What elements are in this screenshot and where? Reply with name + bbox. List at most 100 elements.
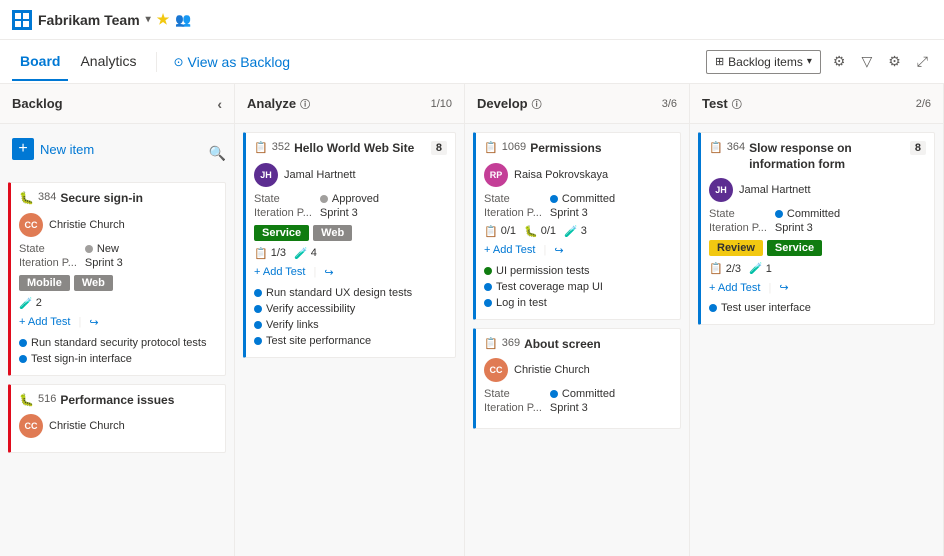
backlog-items-icon: ⊞	[715, 55, 724, 68]
avatar-516: CC	[19, 414, 43, 438]
test-dot	[484, 283, 492, 291]
add-test-364[interactable]: + Add Test	[709, 282, 760, 294]
card-type-icon-352: 📋	[254, 141, 268, 154]
add-test-1069[interactable]: + Add Test	[484, 244, 535, 256]
task-icon-364: 📋	[709, 262, 723, 275]
assignee-352: Jamal Hartnett	[284, 169, 356, 181]
column-header-test: Test ⓘ 2/6	[690, 84, 943, 124]
filter-icon[interactable]: ▽	[857, 49, 876, 74]
card-avatar-row-1069: RP Raisa Pokrovskaya	[484, 163, 672, 187]
card-counts-384: 🧪 2	[19, 297, 217, 310]
test-dot	[484, 299, 492, 307]
card-title-516: Performance issues	[60, 393, 174, 409]
flask-icon-1069: 🧪	[564, 225, 578, 238]
new-item-plus-icon: +	[12, 138, 34, 160]
view-as-backlog-icon: ⊙	[173, 55, 183, 69]
tag-mobile-384: Mobile	[19, 275, 70, 291]
card-352: 📋 352 Hello World Web Site 8 JH Jamal Ha…	[243, 132, 456, 358]
flask-icon-384: 🧪	[19, 297, 33, 310]
assignee-384: Christie Church	[49, 219, 125, 231]
card-title-369: About screen	[524, 337, 601, 353]
fullscreen-icon[interactable]: ⤢	[913, 49, 932, 74]
test-dot	[254, 321, 262, 329]
avatar-352: JH	[254, 163, 278, 187]
card-type-icon-364: 📋	[709, 141, 723, 154]
avatar-1069: RP	[484, 163, 508, 187]
bug-icon-516: 🐛	[19, 393, 34, 407]
column-title-backlog: Backlog	[12, 96, 63, 111]
settings-icon[interactable]: ⚙	[884, 49, 905, 74]
collapse-icon[interactable]: ‹	[217, 96, 222, 112]
test-dot	[254, 337, 262, 345]
state-value-384: New	[97, 243, 119, 255]
team-name: Fabrikam Team	[38, 12, 140, 28]
tag-web-384: Web	[74, 275, 113, 291]
card-counts-1069: 📋 0/1 🐛 0/1 🧪 3	[484, 225, 672, 238]
link-364[interactable]: ↪	[779, 281, 788, 294]
view-as-backlog-btn[interactable]: ⊙ View as Backlog	[165, 50, 298, 74]
iteration-364: Sprint 3	[775, 222, 813, 234]
card-meta-364: State Committed Iteration P... Sprint 3	[709, 208, 926, 234]
flask-count-364: 1	[766, 263, 772, 275]
task-count-1069: 0/1	[501, 225, 516, 237]
task-icon-352: 📋	[254, 247, 268, 260]
task-count-364: 2/3	[726, 263, 741, 275]
new-item-label: New item	[40, 142, 94, 157]
board-columns: Backlog ‹ + New item 🔍 🐛 384	[0, 84, 944, 556]
link-384[interactable]: ↪	[89, 316, 98, 329]
add-test-384[interactable]: + Add Test	[19, 316, 70, 328]
assignee-369: Christie Church	[514, 364, 590, 376]
test-item: Test user interface	[709, 300, 926, 316]
backlog-items-label: Backlog items	[728, 55, 803, 69]
card-type-icon-1069: 📋	[484, 141, 498, 154]
state-dot-384	[85, 245, 93, 253]
card-meta-1069: State Committed Iteration P... Sprint 3	[484, 193, 672, 219]
card-actions-352: + Add Test | ↪	[254, 266, 447, 279]
filter-settings-icon[interactable]: ⚙	[829, 49, 850, 74]
tests-352: Run standard UX design tests Verify acce…	[254, 285, 447, 349]
avatar-369: CC	[484, 358, 508, 382]
card-title-384: Secure sign-in	[60, 191, 143, 207]
card-avatar-row-384: CC Christie Church	[19, 213, 217, 237]
test-item: Test sign-in interface	[19, 351, 217, 367]
test-item: Run standard security protocol tests	[19, 335, 217, 351]
new-item-button[interactable]: + New item	[8, 132, 98, 166]
flask-count-384: 2	[36, 297, 42, 309]
flask-count-1069: 3	[581, 225, 587, 237]
test-item: Test site performance	[254, 333, 447, 349]
new-item-row: + New item 🔍	[8, 132, 226, 174]
task-count-352: 1/3	[271, 247, 286, 259]
card-title-row-364: 📋 364 Slow response on information form …	[709, 141, 926, 172]
test-dot-green	[484, 267, 492, 275]
task-icon-1069: 📋	[484, 225, 498, 238]
link-352[interactable]: ↪	[324, 266, 333, 279]
iteration-384: Sprint 3	[85, 257, 123, 269]
flask-icon-352: 🧪	[294, 247, 308, 260]
tag-service-352: Service	[254, 225, 309, 241]
chevron-down-icon[interactable]: ▾	[146, 14, 151, 25]
link-1069[interactable]: ↪	[554, 244, 563, 257]
column-content-develop: 📋 1069 Permissions RP Raisa Pokrovskaya …	[465, 124, 689, 556]
card-actions-384: + Add Test | ↪	[19, 316, 217, 329]
test-item: Run standard UX design tests	[254, 285, 447, 301]
star-icon[interactable]: ★	[157, 11, 170, 28]
tab-analytics[interactable]: Analytics	[72, 43, 144, 81]
card-avatar-row-364: JH Jamal Hartnett	[709, 178, 926, 202]
add-test-352[interactable]: + Add Test	[254, 266, 305, 278]
nav-bar: Board Analytics ⊙ View as Backlog ⊞ Back…	[0, 40, 944, 84]
bug-count-1069: 0/1	[541, 225, 556, 237]
test-dot	[254, 289, 262, 297]
assignee-516: Christie Church	[49, 420, 125, 432]
column-backlog: Backlog ‹ + New item 🔍 🐛 384	[0, 84, 235, 556]
search-icon[interactable]: 🔍	[209, 145, 226, 162]
people-icon[interactable]: 👥	[175, 12, 191, 28]
card-title-row-516: 🐛 516 Performance issues	[19, 393, 217, 409]
column-title-analyze: Analyze	[247, 96, 296, 111]
backlog-items-btn[interactable]: ⊞ Backlog items ▾	[706, 50, 821, 74]
backlog-items-chevron: ▾	[807, 56, 812, 67]
state-dot-1069	[550, 195, 558, 203]
board-container: Backlog ‹ + New item 🔍 🐛 384	[0, 84, 944, 556]
tab-board[interactable]: Board	[12, 43, 68, 81]
number-badge-352: 8	[431, 141, 447, 155]
card-avatar-row-369: CC Christie Church	[484, 358, 672, 382]
